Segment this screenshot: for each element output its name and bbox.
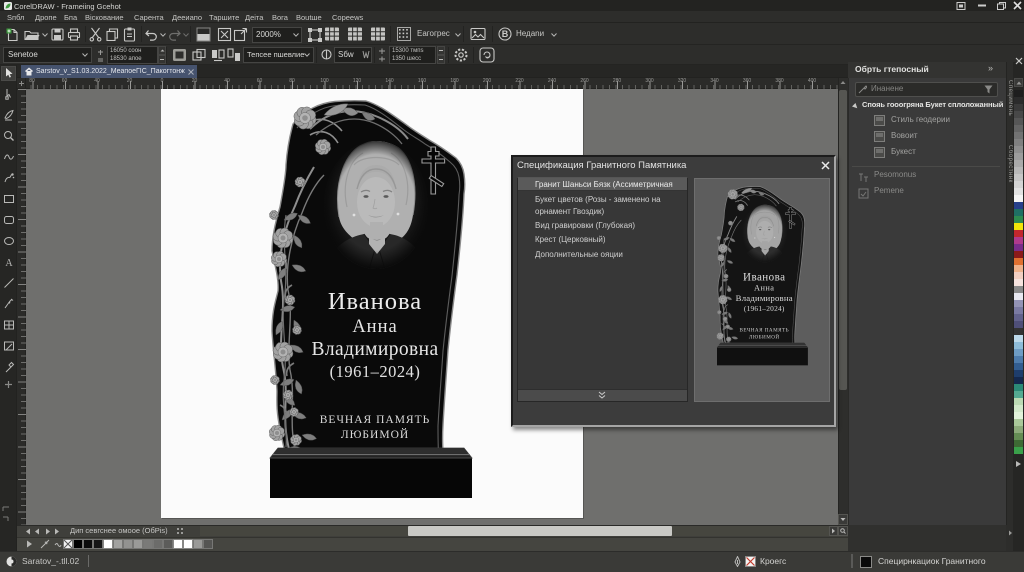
svg-text:A: A bbox=[5, 258, 13, 268]
svg-text:B: B bbox=[502, 29, 509, 39]
